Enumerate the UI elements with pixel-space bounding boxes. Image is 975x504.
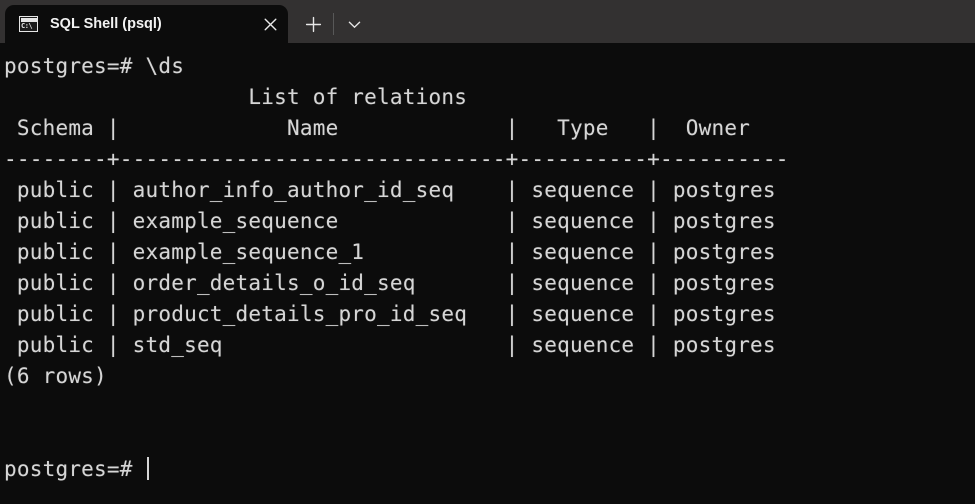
table-row: public | std_seq | sequence | postgres bbox=[4, 333, 776, 357]
titlebar-actions bbox=[288, 5, 371, 43]
prompt-text: postgres=# bbox=[4, 457, 133, 481]
table-title-text: List of relations bbox=[248, 85, 468, 109]
tab-sql-shell-psql[interactable]: C:\ SQL Shell (psql) bbox=[5, 5, 288, 43]
table-header-row: Schema | Name | Type | Owner bbox=[4, 116, 789, 140]
table-row: public | example_sequence | sequence | p… bbox=[4, 209, 776, 233]
close-icon[interactable] bbox=[252, 5, 288, 43]
window-titlebar: C:\ SQL Shell (psql) bbox=[0, 0, 975, 43]
table-row: public | order_details_o_id_seq | sequen… bbox=[4, 271, 776, 295]
command-line: postgres=# \ds bbox=[4, 54, 185, 78]
plus-icon[interactable] bbox=[296, 9, 330, 39]
console-icon-prompt-text: C:\ bbox=[21, 22, 33, 30]
tab-title: SQL Shell (psql) bbox=[50, 16, 162, 32]
prompt-line: postgres=# bbox=[4, 454, 975, 485]
table-title: List of relations bbox=[4, 82, 975, 113]
table-row: public | example_sequence_1 | sequence |… bbox=[4, 240, 776, 264]
table-separator-row: --------+------------------------------+… bbox=[4, 147, 789, 171]
terminal-viewport[interactable]: postgres=# \ds List of relations Schema … bbox=[0, 43, 975, 504]
table-row: public | author_info_author_id_seq | seq… bbox=[4, 178, 776, 202]
terminal-output: postgres=# \ds List of relations Schema … bbox=[4, 51, 975, 485]
titlebar-separator bbox=[333, 13, 334, 35]
chevron-down-icon[interactable] bbox=[337, 9, 371, 39]
text-cursor bbox=[146, 457, 149, 480]
row-count-label: (6 rows) bbox=[4, 364, 107, 388]
table-row: public | product_details_pro_id_seq | se… bbox=[4, 302, 776, 326]
console-icon: C:\ bbox=[19, 16, 38, 32]
